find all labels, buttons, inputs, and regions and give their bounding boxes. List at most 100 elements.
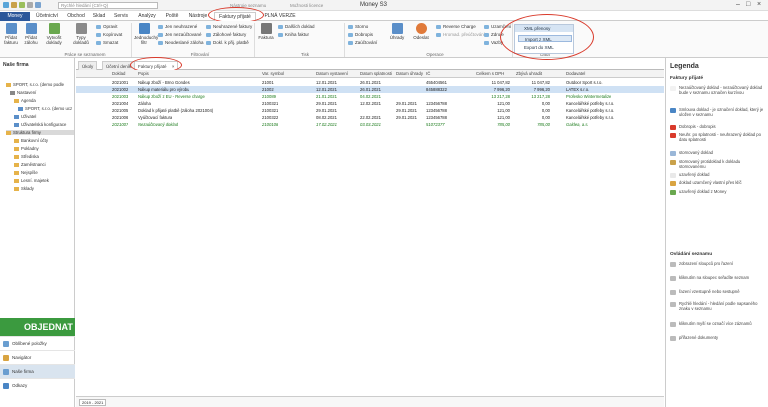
send-icon bbox=[415, 23, 427, 34]
tab-analyzy[interactable]: Analýzy bbox=[134, 12, 160, 21]
legend-panel: Legenda Faktury přijaté Nezaúčtovaný dok… bbox=[665, 58, 768, 407]
tree-item[interactable]: Nastavení bbox=[10, 90, 36, 95]
table-cell: 2100321 bbox=[262, 101, 279, 106]
year-range[interactable]: 2019 - 2021 bbox=[79, 399, 107, 406]
close-icon[interactable]: × bbox=[757, 1, 761, 8]
table-cell: 2021006 bbox=[112, 115, 129, 120]
tree-item[interactable]: Bankovní účty bbox=[14, 138, 48, 143]
table-row[interactable]: 2021006 Vyúčtovací faktura 2100322 08.02.20… bbox=[76, 114, 664, 121]
table-row[interactable]: 2021001 Nákup zboží - Brno Gondes 21001 12.… bbox=[76, 79, 664, 86]
filter-unpaid[interactable]: Jen neuhrazené bbox=[158, 24, 197, 30]
col-header[interactable]: IČ bbox=[426, 71, 430, 76]
table-cell: 03.03.2021 bbox=[360, 122, 381, 127]
tree-item[interactable]: SPORT, s.r.o. (demo ucz bbox=[18, 106, 72, 111]
table-row[interactable]: 2021007 Nezaúčtovaný doklad 2100108 17.02.2… bbox=[76, 121, 664, 128]
add-invoice-button[interactable]: Přidat fakturu bbox=[2, 23, 20, 45]
filter-unsent-advance[interactable]: Neodeslané záloha bbox=[158, 40, 204, 46]
send-button[interactable]: Odeslat bbox=[410, 23, 432, 40]
legend-item: přiřazené dokumenty bbox=[670, 335, 764, 341]
filter-payment-docs[interactable]: Dokl. k přij. platbě bbox=[206, 40, 249, 46]
table-cell: Záloha bbox=[138, 101, 151, 106]
tree-item[interactable]: Sklady bbox=[14, 186, 34, 191]
tab-poste[interactable]: Poště bbox=[162, 12, 182, 21]
document-types-button[interactable]: Typy dokladů bbox=[70, 23, 92, 45]
tab-sklad[interactable]: Sklad bbox=[90, 12, 108, 21]
minimize-icon[interactable]: – bbox=[736, 1, 740, 8]
legend-text: Neuhr. po splatnosti - neuhrazený doklad… bbox=[679, 132, 761, 142]
print-invoice-button[interactable]: Faktura bbox=[258, 23, 274, 40]
folder-icon[interactable] bbox=[11, 2, 17, 8]
settings-icon bbox=[10, 90, 15, 95]
tree-item[interactable]: Uživatelská konfigurace bbox=[14, 122, 66, 127]
tree-item[interactable]: Lesní. majetek bbox=[14, 178, 49, 183]
refresh-icon[interactable] bbox=[19, 2, 25, 8]
col-header[interactable]: Datum úhrady bbox=[396, 71, 423, 76]
filter-unposted[interactable]: Jen nezaúčtované bbox=[158, 32, 202, 38]
legend-item: doklad uzamčený vlastní přes klíč bbox=[670, 180, 764, 186]
ribbon-separator bbox=[344, 23, 345, 57]
tree-item[interactable]: Nejspíše bbox=[14, 170, 38, 175]
credit-note-button[interactable]: Dobropis bbox=[348, 32, 373, 38]
simple-filter-button[interactable]: Jednoduchý filtr bbox=[134, 23, 158, 45]
invoice-book-button[interactable]: Kniha faktur bbox=[278, 32, 309, 38]
tree-item-selected[interactable]: Struktura firmy bbox=[6, 130, 74, 135]
tab-obchod[interactable]: Obchod bbox=[64, 12, 88, 21]
edit-button[interactable]: Opravit bbox=[96, 24, 118, 30]
tree-item[interactable]: Agenda bbox=[14, 98, 36, 103]
tree-item[interactable]: Střediska bbox=[14, 154, 39, 159]
add-advance-button[interactable]: Přidat zálohu bbox=[22, 23, 40, 45]
col-header[interactable]: Zbývá uhradit bbox=[516, 71, 542, 76]
maximize-icon[interactable]: □ bbox=[746, 1, 750, 8]
legend-text: Smlouva doklad - je označení doklad, kte… bbox=[679, 107, 764, 117]
col-header[interactable]: Var. symbol bbox=[262, 71, 284, 76]
table-row[interactable]: 2021004 Záloha 2100321 29.01.2021 12.02.2021… bbox=[76, 100, 664, 107]
col-header[interactable]: Datum splatnosti bbox=[360, 71, 392, 76]
table-cell: 7 996,20 bbox=[533, 87, 550, 92]
legend-swatch bbox=[670, 290, 676, 295]
order-button[interactable]: OBJEDNAT bbox=[0, 318, 75, 336]
posting-button[interactable]: Zaúčtování bbox=[348, 40, 377, 46]
payments-button[interactable]: Úhrady bbox=[388, 23, 406, 40]
other-document-button[interactable]: Dalších doklad bbox=[278, 24, 315, 30]
tree-item[interactable]: Pokladny bbox=[14, 146, 39, 151]
tree-item[interactable]: SPORT, s.r.o. (demo podle bbox=[6, 82, 64, 87]
table-cell: 2021005 bbox=[112, 108, 129, 113]
storno-button[interactable]: Storno bbox=[348, 24, 368, 30]
filter-unpaid-invoices[interactable]: Neuhrazené faktury bbox=[206, 24, 252, 30]
nav-navigator[interactable]: Navigátor bbox=[0, 350, 75, 364]
legend-item: kliknutím myší se označí více záznamů bbox=[670, 321, 764, 327]
tab-servis[interactable]: Servis bbox=[110, 12, 132, 21]
table-row[interactable]: 2021005 Doklad k přijaté platbě (záloha 2… bbox=[76, 107, 664, 114]
print-icon[interactable] bbox=[27, 2, 33, 8]
tree-item[interactable]: Uživatel bbox=[14, 114, 36, 119]
company-icon bbox=[18, 106, 23, 111]
nav-favorites[interactable]: Oblíbené položky bbox=[0, 336, 75, 350]
doc-tab-tasks[interactable]: Úkoly bbox=[78, 61, 98, 70]
legend-text: kliknutím myší se označí více záznamů bbox=[679, 321, 752, 326]
col-header[interactable]: Popis bbox=[138, 71, 149, 76]
copy-button[interactable]: Kopírovat bbox=[96, 32, 122, 38]
create-documents-button[interactable]: Vytvořit doklady bbox=[42, 23, 66, 45]
col-header[interactable]: Celkem s DPH bbox=[476, 71, 504, 76]
folder-icon bbox=[14, 186, 19, 191]
col-header[interactable]: Dodavatel bbox=[566, 71, 585, 76]
search-input[interactable]: Rychlé hledání (Ctrl+Q) bbox=[58, 2, 158, 9]
delete-button[interactable]: Smazat bbox=[96, 40, 118, 46]
bulk-repost-button[interactable]: Hromad. přeúčtování bbox=[436, 32, 485, 38]
table-cell: 29.01.2021 bbox=[316, 101, 337, 106]
nav-links[interactable]: Odkazy bbox=[0, 378, 75, 392]
filter-advance-invoices[interactable]: Zálohové faktury bbox=[206, 32, 246, 38]
nav-our-company[interactable]: Naše firma bbox=[0, 364, 75, 378]
help-icon[interactable] bbox=[35, 2, 41, 8]
table-row[interactable]: 2021002 Nákup materiálu pro výrobu 21002 12… bbox=[76, 86, 664, 93]
tree-item[interactable]: Zaměstnanci bbox=[14, 162, 46, 167]
col-header[interactable]: Doklad bbox=[112, 71, 125, 76]
tab-plna-verze[interactable]: PLNÁ VERZE bbox=[262, 12, 298, 21]
tab-money[interactable]: Money bbox=[0, 12, 30, 21]
col-header[interactable]: Datum vystavení bbox=[316, 71, 348, 76]
reverse-charge-button[interactable]: Reverse Charge bbox=[436, 24, 476, 30]
navigator-icon bbox=[3, 355, 9, 361]
tab-ucetnictvi[interactable]: Účetnictví bbox=[32, 12, 62, 21]
table-row[interactable]: 2021003 Nákup zboží z EU - Reverse charge… bbox=[76, 93, 664, 100]
save-icon[interactable] bbox=[3, 2, 9, 8]
